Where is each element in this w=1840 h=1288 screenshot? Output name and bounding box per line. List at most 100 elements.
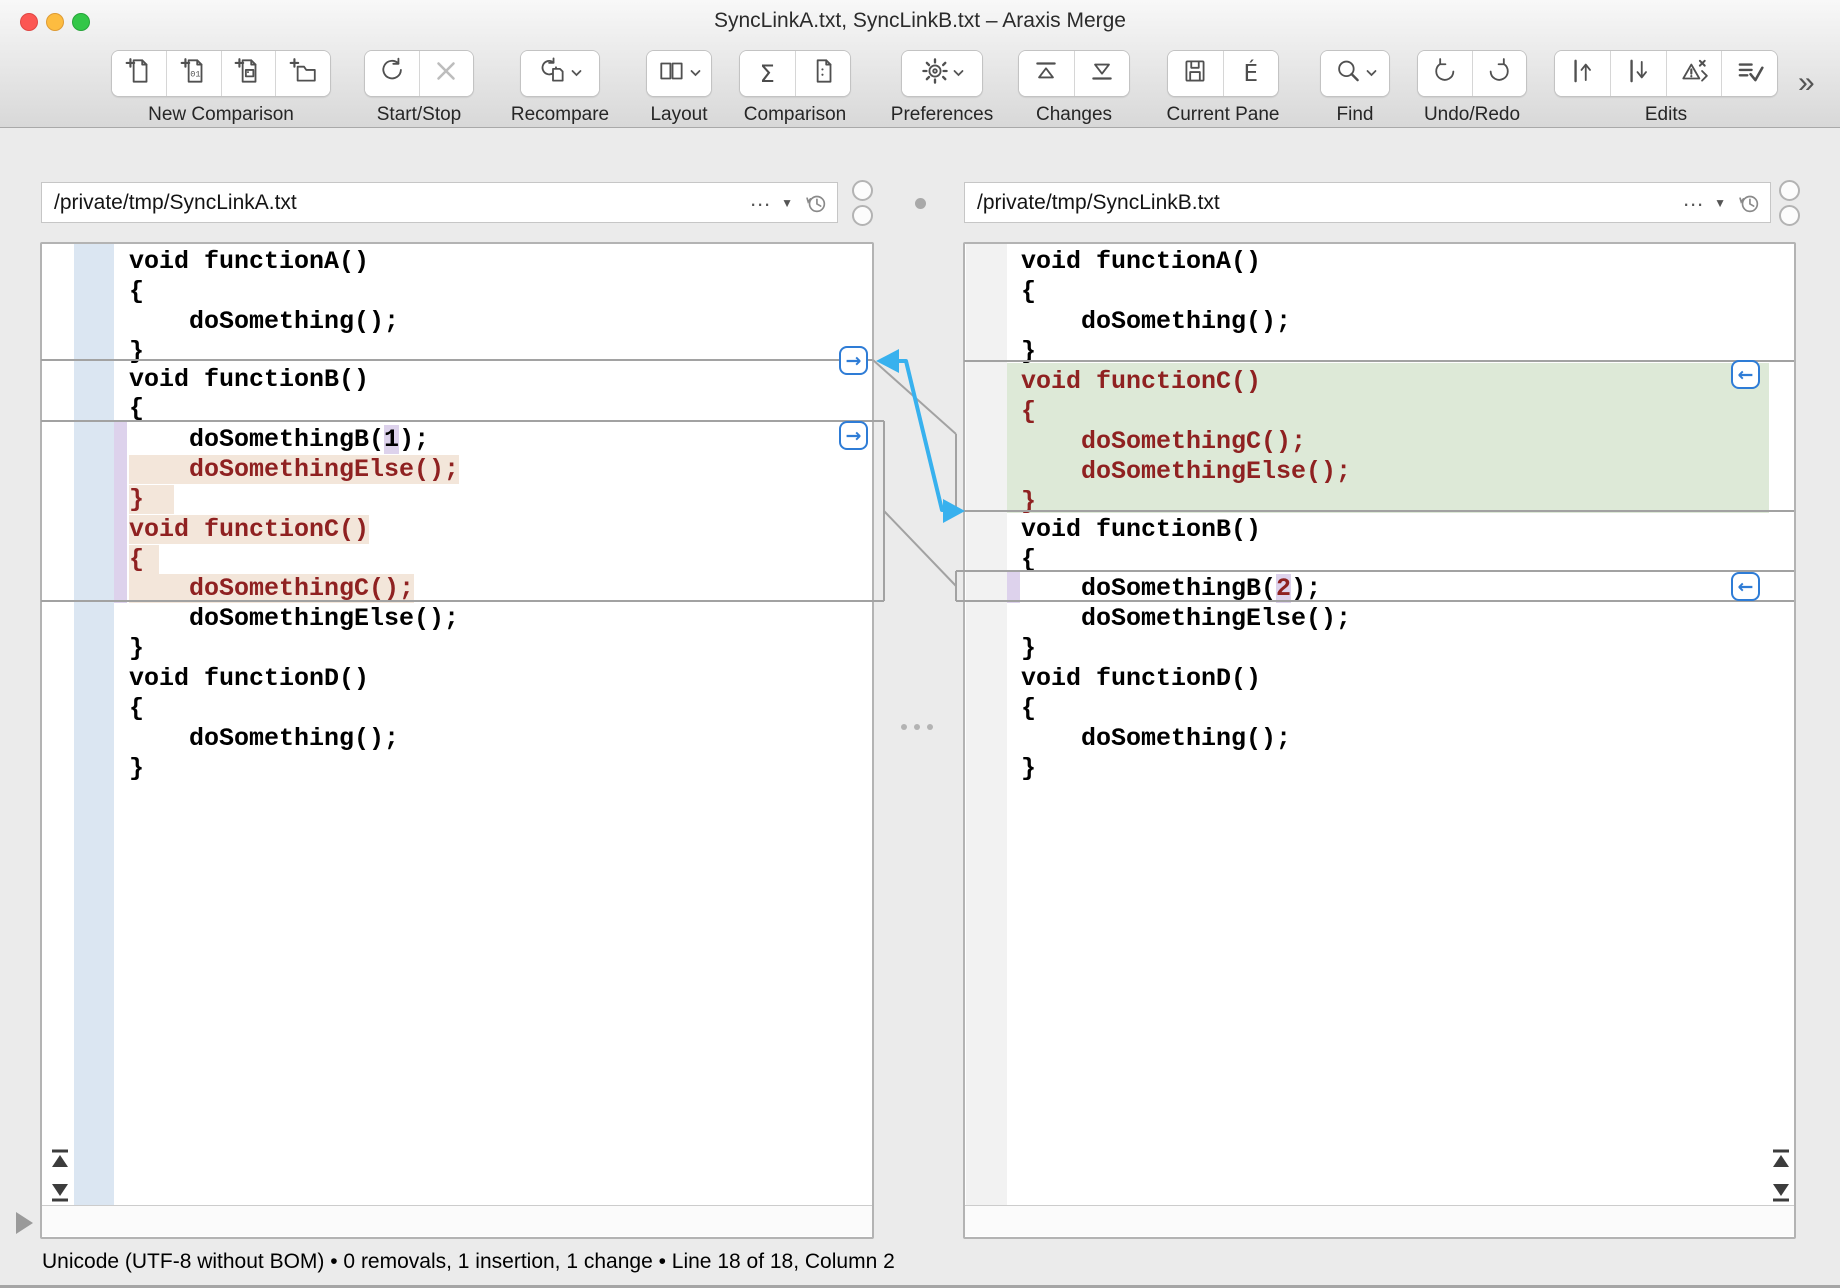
code-line: doSomething(); [1021,724,1291,754]
window-title: SyncLinkA.txt, SyncLinkB.txt – Araxis Me… [0,9,1840,33]
insert-before-icon [1567,56,1597,91]
copy-left-button-1[interactable]: ← [1731,360,1760,389]
scroll-to-last-change-icon[interactable] [1771,1180,1791,1202]
dropdown-icon[interactable]: ▼ [1712,196,1736,210]
layout-icon [657,56,687,91]
code-line: { [1021,694,1036,724]
remove-change-button[interactable] [1666,51,1722,96]
history-icon[interactable] [803,190,837,216]
toolbar-group-preferences: Preferences [901,50,983,122]
save-file-button[interactable] [1168,51,1223,96]
right-horizontal-scrollbar[interactable] [965,1205,1794,1236]
insert-before-button[interactable] [1555,51,1610,96]
code-line: void functionB() [1021,515,1261,545]
new-image-comparison-button[interactable] [221,51,276,96]
stop-comparison-icon [431,56,461,91]
code-line: { [1021,397,1036,427]
find-button[interactable] [1321,51,1389,96]
right-change-bar [1007,572,1020,603]
ellipsis-icon[interactable]: … [1682,186,1712,220]
code-line: { [129,545,159,575]
comparison-summary-icon: Σ [760,60,775,88]
left-horizontal-scrollbar[interactable] [42,1205,872,1236]
new-folder-comparison-icon [288,56,318,91]
chevron-down-icon [689,65,702,83]
right-pane-radio-top[interactable] [1779,180,1800,201]
left-code-pane[interactable]: void functionA(){ doSomething();}void fu… [40,242,874,1239]
status-text: Unicode (UTF-8 without BOM) • 0 removals… [42,1250,895,1274]
redo-icon [1484,56,1514,91]
toolbar-group-find: Find [1320,50,1390,122]
toolbar-overflow-icon[interactable]: » [1798,66,1815,100]
comparison-report-button[interactable] [795,51,851,96]
scroll-to-last-change-icon[interactable] [50,1180,70,1202]
insert-after-button[interactable] [1610,51,1666,96]
text-encoding-button[interactable]: É [1223,51,1279,96]
code-line: void functionC() [129,515,369,545]
left-pane-radio-top[interactable] [852,180,873,201]
code-line: { [129,694,144,724]
code-line: { [129,277,144,307]
splitter-handle-dot[interactable] [915,198,926,209]
redo-button[interactable] [1472,51,1527,96]
accept-change-icon [1735,56,1765,91]
right-pane-radio-bottom[interactable] [1779,205,1800,226]
status-bar: Unicode (UTF-8 without BOM) • 0 removals… [0,1240,1840,1285]
accept-change-button[interactable] [1721,51,1777,96]
preferences-button[interactable] [902,51,982,96]
code-line: } [1021,337,1036,367]
right-code-pane[interactable]: void functionA(){ doSomething();}void fu… [963,242,1796,1239]
scroll-to-first-change-icon[interactable] [1771,1149,1791,1171]
code-line: { [1021,277,1036,307]
left-file-path-bar[interactable]: /private/tmp/SyncLinkA.txt … ▼ [41,182,838,223]
dropdown-icon[interactable]: ▼ [779,196,803,210]
next-change-button[interactable] [1074,51,1130,96]
recompare-icon [538,56,568,91]
araxis-merge-window: SyncLinkA.txt, SyncLinkB.txt – Araxis Me… [0,0,1840,1288]
code-line: } [129,754,144,784]
undo-icon [1430,56,1460,91]
code-line: } [129,634,144,664]
toolbar-group-recompare: Recompare [520,50,600,122]
new-binary-comparison-button[interactable]: 01 [166,51,221,96]
previous-change-button[interactable] [1019,51,1074,96]
toolbar-group-label: Undo/Redo [1424,104,1520,126]
code-line: doSomething(); [129,724,399,754]
copy-right-button-1[interactable]: → [839,346,868,375]
code-line: } [129,337,144,367]
code-line: doSomething(); [129,307,399,337]
copy-left-button-2[interactable]: ← [1731,572,1760,601]
sync-link-line [897,361,948,510]
toolbar-group-label: Changes [1036,104,1112,126]
layout-button[interactable] [647,51,711,96]
history-icon[interactable] [1736,190,1770,216]
left-pane-radio-bottom[interactable] [852,205,873,226]
code-line: doSomethingElse(); [129,455,459,485]
stop-comparison-button[interactable] [419,51,474,96]
ellipsis-icon[interactable]: … [749,186,779,220]
code-line: { [129,394,144,424]
code-line: doSomethingElse(); [1021,457,1351,487]
code-line: { [1021,545,1036,575]
scroll-to-first-change-icon[interactable] [50,1149,70,1171]
copy-right-button-2[interactable]: → [839,421,868,450]
left-change-bar [114,422,127,603]
new-folder-comparison-button[interactable] [275,51,330,96]
new-text-comparison-icon [124,56,154,91]
next-change-icon [1087,56,1117,91]
comparison-report-icon [808,56,838,91]
code-line: void functionD() [1021,664,1261,694]
sync-link-right-arrowhead [943,499,965,523]
toolbar-group-new-comparison: 01New Comparison [111,50,331,122]
new-text-comparison-button[interactable] [112,51,166,96]
start-comparison-button[interactable] [365,51,419,96]
comparison-summary-button[interactable]: Σ [740,51,795,96]
toolbar-group-undo-redo: Undo/Redo [1417,50,1527,122]
toolbar-group-current-pane: ÉCurrent Pane [1167,50,1279,122]
right-file-path-bar[interactable]: /private/tmp/SyncLinkB.txt … ▼ [964,182,1771,223]
undo-button[interactable] [1418,51,1472,96]
code-line: void functionA() [129,247,369,277]
recompare-button[interactable] [521,51,599,96]
expand-panel-icon[interactable] [16,1212,33,1234]
link-options-handle[interactable] [901,724,933,730]
